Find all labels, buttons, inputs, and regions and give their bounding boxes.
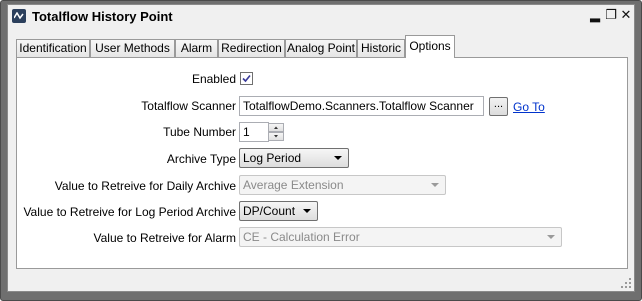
tab-analog-point[interactable]: Analog Point	[285, 39, 357, 58]
title-bar[interactable]: Totalflow History Point ▂ ❐ ✕	[8, 5, 634, 30]
spin-up-icon[interactable]	[268, 123, 284, 132]
dialog-window: Totalflow History Point ▂ ❐ ✕ Identifica…	[7, 4, 635, 292]
archive-type-label: Archive Type	[166, 152, 236, 166]
status-bar	[8, 273, 634, 291]
tab-historic[interactable]: Historic	[357, 39, 405, 58]
tab-strip: Identification User Methods Alarm Redire…	[16, 35, 628, 58]
enabled-label: Enabled	[191, 72, 236, 86]
chevron-down-icon	[431, 183, 439, 187]
archive-type-value: Log Period	[243, 151, 302, 165]
window-title: Totalflow History Point	[32, 9, 173, 24]
tube-number-field[interactable]: 1	[239, 122, 269, 142]
tab-redirection[interactable]: Redirection	[218, 39, 285, 58]
log-period-select[interactable]: DP/Count	[239, 201, 318, 221]
tube-number-label: Tube Number	[163, 125, 236, 139]
tube-number-spinner[interactable]	[268, 123, 284, 141]
alarm-value: CE - Calculation Error	[243, 230, 360, 244]
daily-archive-select: Average Extension	[239, 175, 446, 195]
tab-identification[interactable]: Identification	[16, 39, 90, 58]
maximize-icon[interactable]: ❐	[604, 9, 618, 23]
alarm-label: Value to Retreive for Alarm	[93, 231, 236, 245]
chevron-down-icon	[334, 156, 342, 160]
tab-options[interactable]: Options	[405, 35, 455, 58]
scanner-field[interactable]: TotalflowDemo.Scanners.Totalflow Scanner	[239, 96, 484, 116]
minimize-icon[interactable]: ▂	[588, 9, 602, 23]
options-panel: Enabled Totalflow Scanner TotalflowDemo.…	[16, 57, 628, 269]
close-icon[interactable]: ✕	[619, 9, 633, 23]
app-icon	[12, 9, 26, 23]
chevron-down-icon	[547, 235, 555, 239]
tab-alarm[interactable]: Alarm	[175, 39, 218, 58]
scanner-label: Totalflow Scanner	[141, 99, 236, 113]
archive-type-select[interactable]: Log Period	[239, 148, 349, 168]
daily-archive-label: Value to Retreive for Daily Archive	[54, 179, 236, 193]
browse-button[interactable]: ...	[489, 97, 508, 116]
log-period-label: Value to Retreive for Log Period Archive	[23, 205, 236, 219]
alarm-select: CE - Calculation Error	[239, 227, 562, 247]
log-period-value: DP/Count	[243, 204, 296, 218]
chevron-down-icon	[303, 209, 311, 213]
goto-link[interactable]: Go To	[513, 100, 545, 114]
tab-user-methods[interactable]: User Methods	[90, 39, 175, 58]
spin-down-icon[interactable]	[268, 132, 284, 141]
enabled-checkbox[interactable]	[240, 72, 253, 85]
daily-archive-value: Average Extension	[243, 178, 344, 192]
resize-grip-icon[interactable]	[620, 277, 632, 289]
